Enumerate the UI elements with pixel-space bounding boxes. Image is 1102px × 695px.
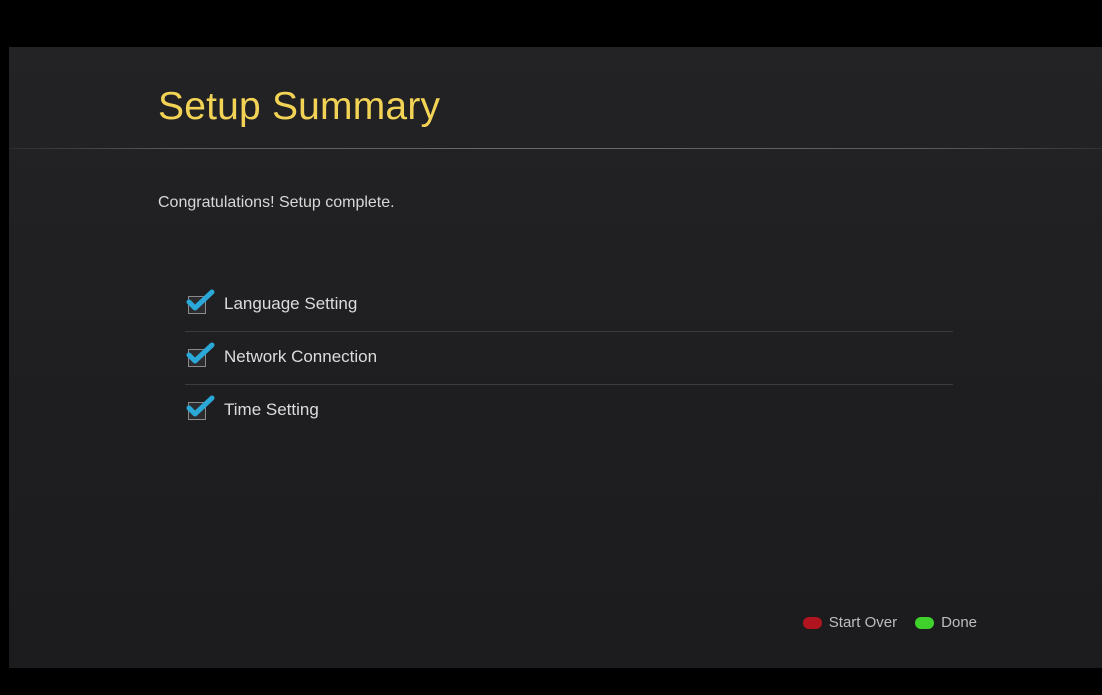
- checklist-item-time: Time Setting: [185, 385, 953, 437]
- checklist-item-language: Language Setting: [185, 279, 953, 332]
- start-over-label: Start Over: [828, 614, 898, 631]
- title-divider: [9, 148, 1102, 149]
- setup-checklist: Language Setting Network Connection Time…: [185, 279, 953, 437]
- footer-legend: Start Over Done: [802, 614, 977, 631]
- checklist-item-label: Time Setting: [224, 400, 319, 419]
- checkmark-icon: [186, 395, 215, 417]
- completion-message: Congratulations! Setup complete.: [158, 194, 395, 211]
- setup-screen: Setup Summary Congratulations! Setup com…: [9, 47, 1102, 668]
- checkmark-icon: [186, 342, 215, 364]
- checklist-item-label: Language Setting: [224, 294, 358, 313]
- done-button[interactable]: Done: [915, 614, 977, 631]
- start-over-button[interactable]: Start Over: [802, 614, 898, 631]
- red-key-icon: [802, 616, 822, 629]
- checklist-item-network: Network Connection: [185, 332, 953, 385]
- checkmark-icon: [186, 289, 215, 311]
- page-title: Setup Summary: [158, 85, 441, 128]
- green-key-icon: [915, 616, 935, 629]
- checklist-item-label: Network Connection: [224, 347, 378, 366]
- done-label: Done: [941, 614, 977, 631]
